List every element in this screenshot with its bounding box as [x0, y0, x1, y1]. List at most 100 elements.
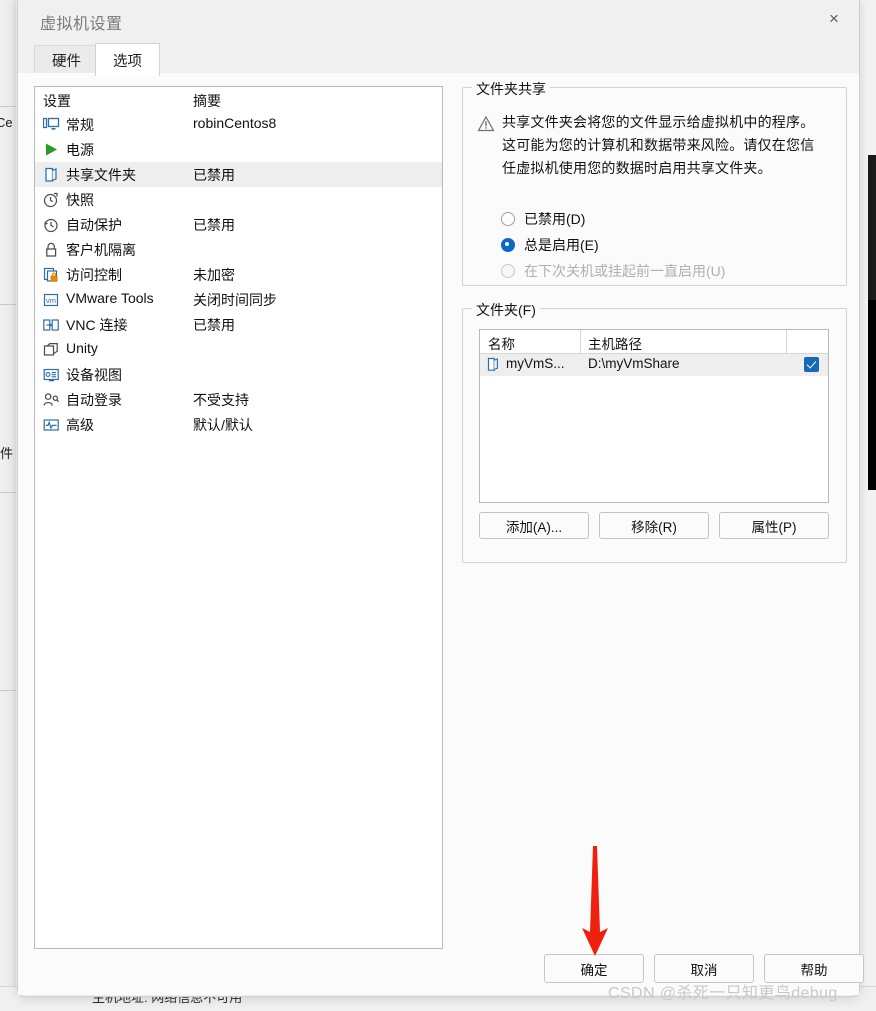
settings-row-label: 常规: [66, 115, 94, 135]
unity-icon: [42, 340, 61, 359]
tab-hardware[interactable]: 硬件: [34, 45, 99, 74]
radio-label-disabled: 已禁用(D): [524, 209, 585, 229]
warning-icon: [477, 115, 495, 133]
settings-list: 设置 摘要 常规 robinCentos8 电源: [34, 86, 443, 949]
vmware-tools-icon: vm: [42, 290, 61, 309]
settings-row-summary: 已禁用: [193, 315, 235, 335]
folder-action-buttons: 添加(A)... 移除(R) 属性(P): [479, 512, 829, 539]
radio-disabled[interactable]: 已禁用(D): [501, 208, 585, 230]
settings-row-label: 访问控制: [66, 265, 122, 285]
settings-row-label: 共享文件夹: [66, 165, 136, 185]
settings-row-label: 设备视图: [66, 365, 122, 385]
monitor-icon: [42, 115, 61, 134]
settings-row-unity[interactable]: Unity: [35, 337, 442, 362]
settings-row-label: 客户机隔离: [66, 240, 136, 260]
folders-column-path: 主机路径: [588, 333, 642, 353]
folders-table-header: 名称 主机路径: [480, 330, 828, 354]
settings-row-shared-folders[interactable]: 共享文件夹 已禁用: [35, 162, 442, 187]
settings-row-device-view[interactable]: 设备视图: [35, 362, 442, 387]
tab-options[interactable]: 选项: [95, 43, 160, 76]
background-divider-4: [0, 690, 16, 691]
folder-name: myVmS...: [506, 356, 565, 371]
radio-until-shutdown[interactable]: 在下次关机或挂起前一直启用(U): [501, 260, 725, 282]
settings-row-summary: 已禁用: [193, 165, 235, 185]
folder-properties-button[interactable]: 属性(P): [719, 512, 829, 539]
settings-row-summary: 不受支持: [193, 390, 249, 410]
background-left-strip: [0, 0, 16, 1010]
background-divider-1: [0, 106, 16, 107]
folders-column-separator-2[interactable]: [786, 330, 787, 353]
settings-row-label: 高级: [66, 415, 94, 435]
play-icon: [42, 140, 61, 159]
dialog-title: 虚拟机设置: [40, 10, 123, 34]
settings-row-auto-login[interactable]: 自动登录 不受支持: [35, 387, 442, 412]
column-header-summary: 摘要: [193, 91, 221, 111]
shared-folder-icon: [42, 165, 61, 184]
background-dark-region-2: [868, 300, 876, 490]
settings-row-vnc[interactable]: VNC 连接 已禁用: [35, 312, 442, 337]
folder-host-path: D:\myVmShare: [588, 356, 680, 371]
settings-row-label: VMware Tools: [66, 290, 154, 306]
settings-row-vmware-tools[interactable]: vm VMware Tools 关闭时间同步: [35, 287, 442, 312]
csdn-watermark: CSDN @杀死一只知更鸟debug: [608, 979, 838, 1003]
folders-table: 名称 主机路径 myVmS... D:\myVmShare: [479, 329, 829, 503]
folders-table-row[interactable]: myVmS... D:\myVmShare: [480, 354, 828, 376]
tabstrip: 硬件 选项: [18, 40, 859, 74]
background-clipped-text-1: Ce: [0, 115, 16, 130]
settings-row-label: 自动保护: [66, 215, 122, 235]
advanced-icon: [42, 415, 61, 434]
settings-row-access-control[interactable]: 访问控制 未加密: [35, 262, 442, 287]
settings-row-label: 自动登录: [66, 390, 122, 410]
settings-row-general[interactable]: 常规 robinCentos8: [35, 112, 442, 137]
svg-text:vm: vm: [46, 296, 56, 305]
settings-row-guest-isolation[interactable]: 客户机隔离: [35, 237, 442, 262]
access-control-icon: [42, 265, 61, 284]
dialog-titlebar: 虚拟机设置 ×: [18, 0, 859, 40]
vm-settings-dialog: 虚拟机设置 × 硬件 选项 设置 摘要 常规 robinCentos8: [17, 0, 860, 997]
folder-sharing-group: 文件夹共享 共享文件夹会将您的文件显示给虚拟机中的程序。这可能为您的计算机和数据…: [462, 87, 847, 286]
close-icon[interactable]: ×: [811, 0, 857, 38]
folder-sharing-warning: 共享文件夹会将您的文件显示给虚拟机中的程序。这可能为您的计算机和数据带来风险。请…: [502, 111, 820, 180]
settings-row-power[interactable]: 电源: [35, 137, 442, 162]
settings-row-summary: 已禁用: [193, 215, 235, 235]
settings-row-autoprotect[interactable]: 自动保护 已禁用: [35, 212, 442, 237]
background-divider-2: [0, 304, 16, 305]
column-header-setting: 设置: [43, 91, 71, 111]
radio-mark-until-shutdown: [501, 264, 515, 278]
auto-login-icon: [42, 390, 61, 409]
folders-column-separator-1[interactable]: [580, 330, 581, 353]
vnc-icon: [42, 315, 61, 334]
background-clipped-text-2: 件: [0, 443, 14, 462]
background-divider-3: [0, 492, 16, 493]
settings-row-summary: 未加密: [193, 265, 235, 285]
radio-mark-disabled: [501, 212, 515, 226]
snapshot-clock-icon: [42, 190, 61, 209]
panel-body: 设置 摘要 常规 robinCentos8 电源: [18, 73, 859, 995]
lock-icon: [42, 240, 61, 259]
radio-label-until-shutdown: 在下次关机或挂起前一直启用(U): [524, 261, 725, 281]
remove-folder-button[interactable]: 移除(R): [599, 512, 709, 539]
settings-list-header: 设置 摘要: [35, 87, 442, 112]
settings-row-label: 快照: [66, 190, 94, 210]
right-column: 文件夹共享 共享文件夹会将您的文件显示给虚拟机中的程序。这可能为您的计算机和数据…: [462, 78, 847, 563]
settings-row-snapshot[interactable]: 快照: [35, 187, 442, 212]
folders-column-name: 名称: [488, 333, 515, 353]
settings-row-label: 电源: [66, 140, 94, 160]
autoprotect-clock-icon: [42, 215, 61, 234]
settings-row-summary: 关闭时间同步: [193, 290, 277, 310]
settings-row-advanced[interactable]: 高级 默认/默认: [35, 412, 442, 437]
folders-group: 文件夹(F) 名称 主机路径 myVmS... D:\myVmShare: [462, 308, 847, 563]
settings-row-summary: robinCentos8: [193, 115, 276, 131]
folder-enabled-checkbox[interactable]: [804, 357, 819, 372]
folder-sharing-group-title: 文件夹共享: [472, 79, 550, 99]
radio-label-always-enabled: 总是启用(E): [524, 235, 599, 255]
settings-row-summary: 默认/默认: [193, 415, 253, 435]
settings-row-label: VNC 连接: [66, 315, 127, 335]
radio-mark-always-enabled: [501, 238, 515, 252]
device-view-icon: [42, 365, 61, 384]
folders-group-title: 文件夹(F): [472, 300, 540, 320]
shared-folder-icon: [486, 357, 502, 373]
radio-always-enabled[interactable]: 总是启用(E): [501, 234, 599, 256]
settings-row-label: Unity: [66, 340, 98, 356]
add-folder-button[interactable]: 添加(A)...: [479, 512, 589, 539]
